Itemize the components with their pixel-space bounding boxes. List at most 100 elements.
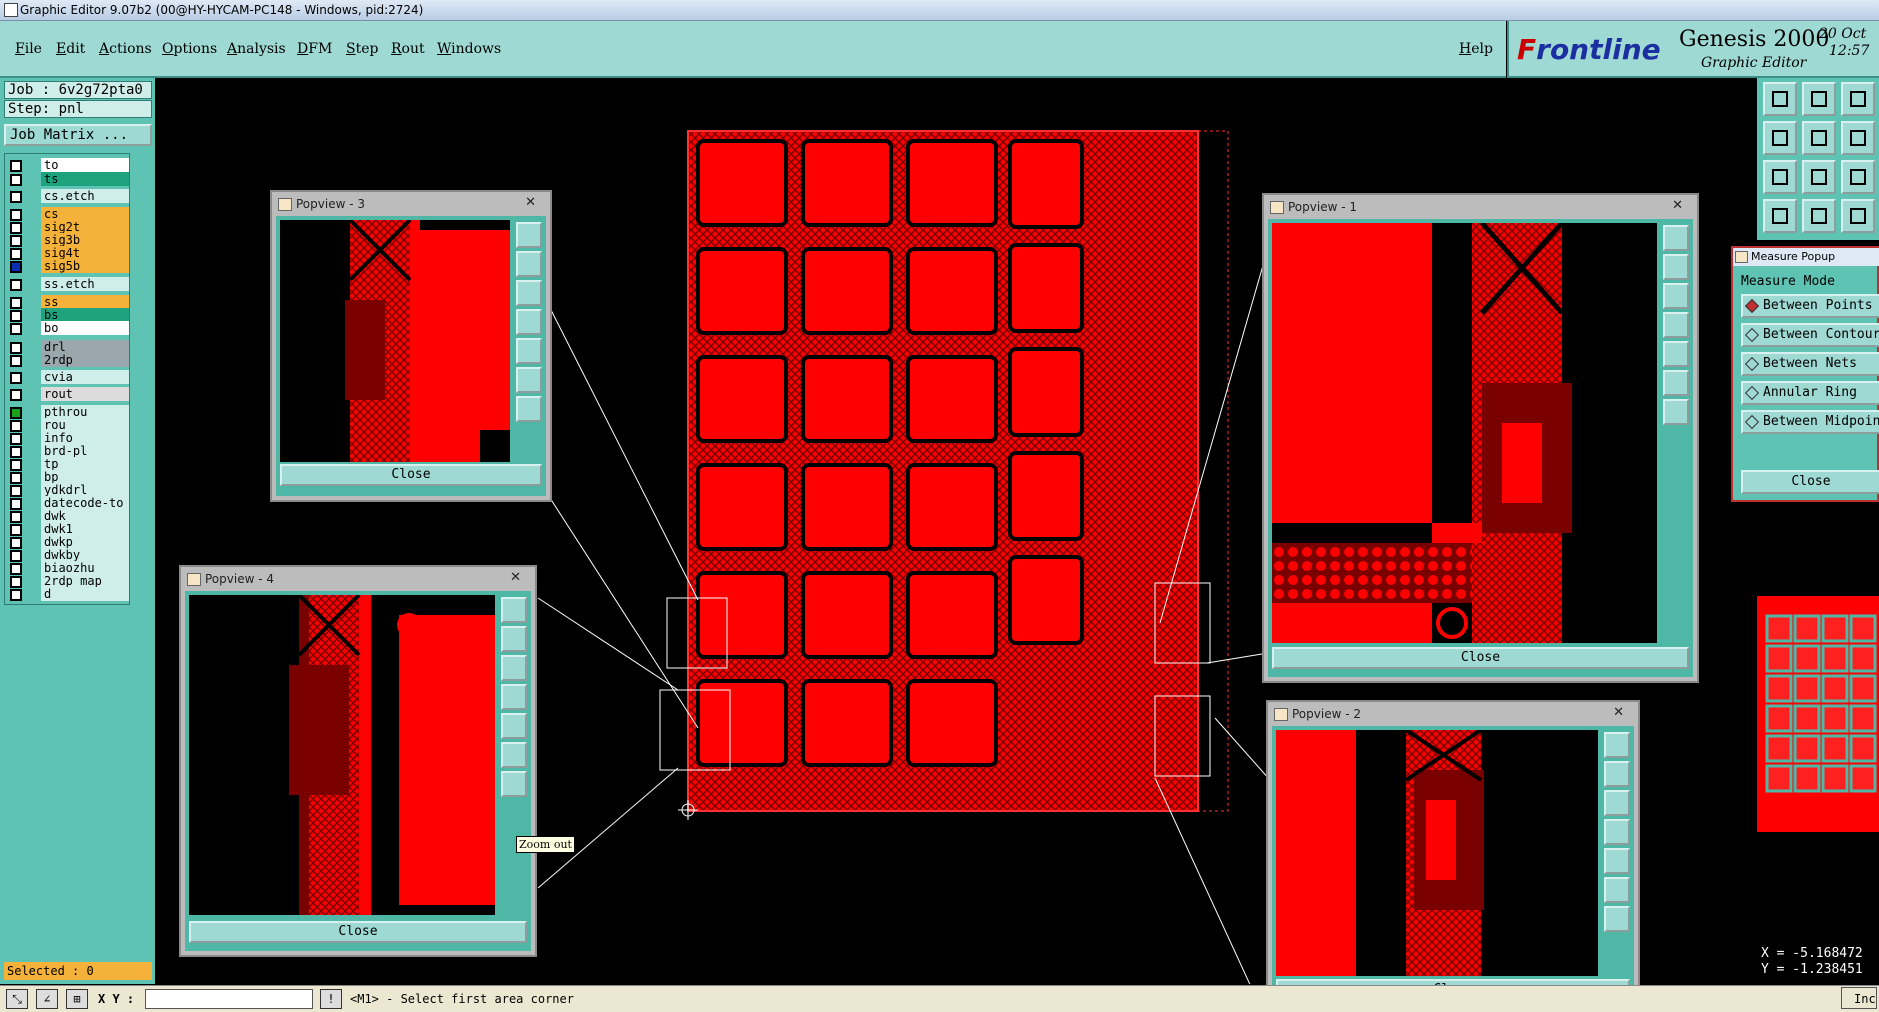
layer-row[interactable]: sig2t [7, 220, 129, 234]
layer-row[interactable]: bs [7, 308, 129, 322]
layer-name[interactable]: ydkdrl [41, 483, 129, 497]
layer-name[interactable]: cs.etch [41, 189, 129, 203]
popview-1-view[interactable] [1272, 223, 1657, 643]
menu-help[interactable]: Help [1459, 41, 1493, 57]
layer-checkbox[interactable] [10, 355, 22, 367]
popview-4-close-button[interactable]: Close [189, 921, 527, 943]
fit-icon[interactable] [1841, 121, 1875, 155]
popview-zoom-button[interactable] [501, 713, 527, 739]
layer-name[interactable]: datecode-to [41, 496, 129, 510]
layer-row[interactable]: dwkp [7, 535, 129, 549]
close-icon[interactable]: ✕ [510, 570, 521, 585]
measure-option[interactable]: Between Midpoints [1741, 410, 1879, 434]
measure-tool-icon[interactable]: ∠ [36, 989, 58, 1009]
layer-name[interactable]: sig3b [41, 233, 129, 247]
menu-windows[interactable]: Windows [437, 41, 501, 57]
layer-row[interactable]: 2rdp_map [7, 574, 129, 588]
home-icon[interactable] [1841, 82, 1875, 116]
menu-step[interactable]: Step [346, 41, 378, 57]
popview-zoom-button[interactable] [516, 396, 542, 422]
popview-zoom-button[interactable] [1604, 877, 1630, 903]
xy-input[interactable] [145, 989, 313, 1009]
popview-3-view[interactable] [280, 220, 510, 462]
layer-row[interactable]: brd-pl [7, 444, 129, 458]
measure-close-button[interactable]: Close [1741, 470, 1879, 494]
popview-zoom-button[interactable] [1604, 732, 1630, 758]
layer-row[interactable]: dwk1 [7, 522, 129, 536]
layer-name[interactable]: rou [41, 418, 129, 432]
popview-zoom-button[interactable] [1663, 341, 1689, 367]
layer-name[interactable]: ss.etch [41, 277, 129, 291]
layer-name[interactable]: pthrou [41, 405, 129, 419]
popview-zoom-button[interactable] [516, 309, 542, 335]
measure-popup[interactable]: Measure Popup Measure Mode Between Point… [1731, 246, 1879, 502]
layer-name[interactable]: 2rdp_map [41, 574, 129, 588]
close-icon[interactable]: ✕ [1613, 705, 1624, 720]
layer-name[interactable]: rout [41, 387, 129, 401]
popview-zoom-button[interactable] [516, 367, 542, 393]
layer-checkbox[interactable] [10, 589, 22, 601]
layer-checkbox[interactable] [10, 261, 22, 273]
measure-option[interactable]: Between Points [1741, 294, 1879, 318]
layer-name[interactable]: bs [41, 308, 129, 322]
close-icon[interactable]: ✕ [525, 195, 536, 210]
layer-name[interactable]: sig4t [41, 246, 129, 260]
popview-zoom-button[interactable] [1663, 399, 1689, 425]
layer-row[interactable]: dwkby [7, 548, 129, 562]
popview-zoom-button[interactable] [501, 655, 527, 681]
popview-zoom-button[interactable] [1604, 848, 1630, 874]
layer-row[interactable]: cs [7, 207, 129, 221]
warning-icon[interactable]: ! [320, 989, 342, 1009]
popview-zoom-button[interactable] [501, 771, 527, 797]
layer-row[interactable]: to [7, 158, 129, 172]
inc-toggle[interactable]: Inc [1841, 987, 1877, 1009]
layer-name[interactable]: 2rdp [41, 353, 129, 367]
select-tool-icon[interactable]: ⤡ [6, 989, 28, 1009]
page-left-icon[interactable] [1763, 121, 1797, 155]
popview-zoom-button[interactable] [1663, 254, 1689, 280]
layer-row[interactable]: ss [7, 295, 129, 309]
popview-1-titlebar[interactable]: Popview - 1 ✕ [1268, 198, 1693, 216]
layer-name[interactable]: cs [41, 207, 129, 221]
layer-name[interactable]: to [41, 158, 129, 172]
layer-name[interactable]: sig2t [41, 220, 129, 234]
layer-row[interactable]: sig4t [7, 246, 129, 260]
layer-row[interactable]: ss.etch [7, 277, 129, 291]
popview-4-titlebar[interactable]: Popview - 4 ✕ [185, 570, 531, 588]
popview-3-titlebar[interactable]: Popview - 3 ✕ [276, 195, 546, 213]
layer-row[interactable]: ts [7, 172, 129, 186]
popview-zoom-button[interactable] [516, 280, 542, 306]
zoom-fit-icon[interactable] [1802, 160, 1836, 194]
layer-checkbox[interactable] [10, 191, 22, 203]
menu-dfm[interactable]: DFM [297, 41, 332, 57]
popview-zoom-button[interactable] [1604, 819, 1630, 845]
layer-row[interactable]: ydkdrl [7, 483, 129, 497]
popview-zoom-button[interactable] [501, 626, 527, 652]
page-right-icon[interactable] [1802, 121, 1836, 155]
layer-name[interactable]: ts [41, 172, 129, 186]
popview-zoom-button[interactable] [1663, 312, 1689, 338]
page-up-icon[interactable] [1763, 82, 1797, 116]
layer-name[interactable]: info [41, 431, 129, 445]
layer-row[interactable]: cs.etch [7, 189, 129, 203]
measure-option[interactable]: Between Nets [1741, 352, 1879, 376]
popview-zoom-button[interactable] [516, 251, 542, 277]
scale-icon[interactable] [1841, 160, 1875, 194]
measure-option[interactable]: Between Contours [1741, 323, 1879, 347]
popview-zoom-button[interactable] [516, 222, 542, 248]
layer-checkbox[interactable] [10, 174, 22, 186]
popview-3-close-button[interactable]: Close [280, 464, 542, 486]
layer-row[interactable]: biaozhu [7, 561, 129, 575]
layer-row[interactable]: tp [7, 457, 129, 471]
layer-checkbox[interactable] [10, 372, 22, 384]
layer-name[interactable]: biaozhu [41, 561, 129, 575]
popview-zoom-button[interactable] [516, 338, 542, 364]
popview-3-window[interactable]: Popview - 3 ✕ Close [270, 190, 552, 502]
layer-checkbox[interactable] [10, 389, 22, 401]
layer-name[interactable]: d [41, 587, 129, 601]
popview-zoom-button[interactable] [1663, 225, 1689, 251]
popview-1-window[interactable]: Popview - 1 ✕ Close [1262, 193, 1699, 683]
grid-icon[interactable] [1802, 199, 1836, 233]
popview-2-view[interactable] [1276, 730, 1598, 976]
snap-icon[interactable] [1841, 199, 1875, 233]
